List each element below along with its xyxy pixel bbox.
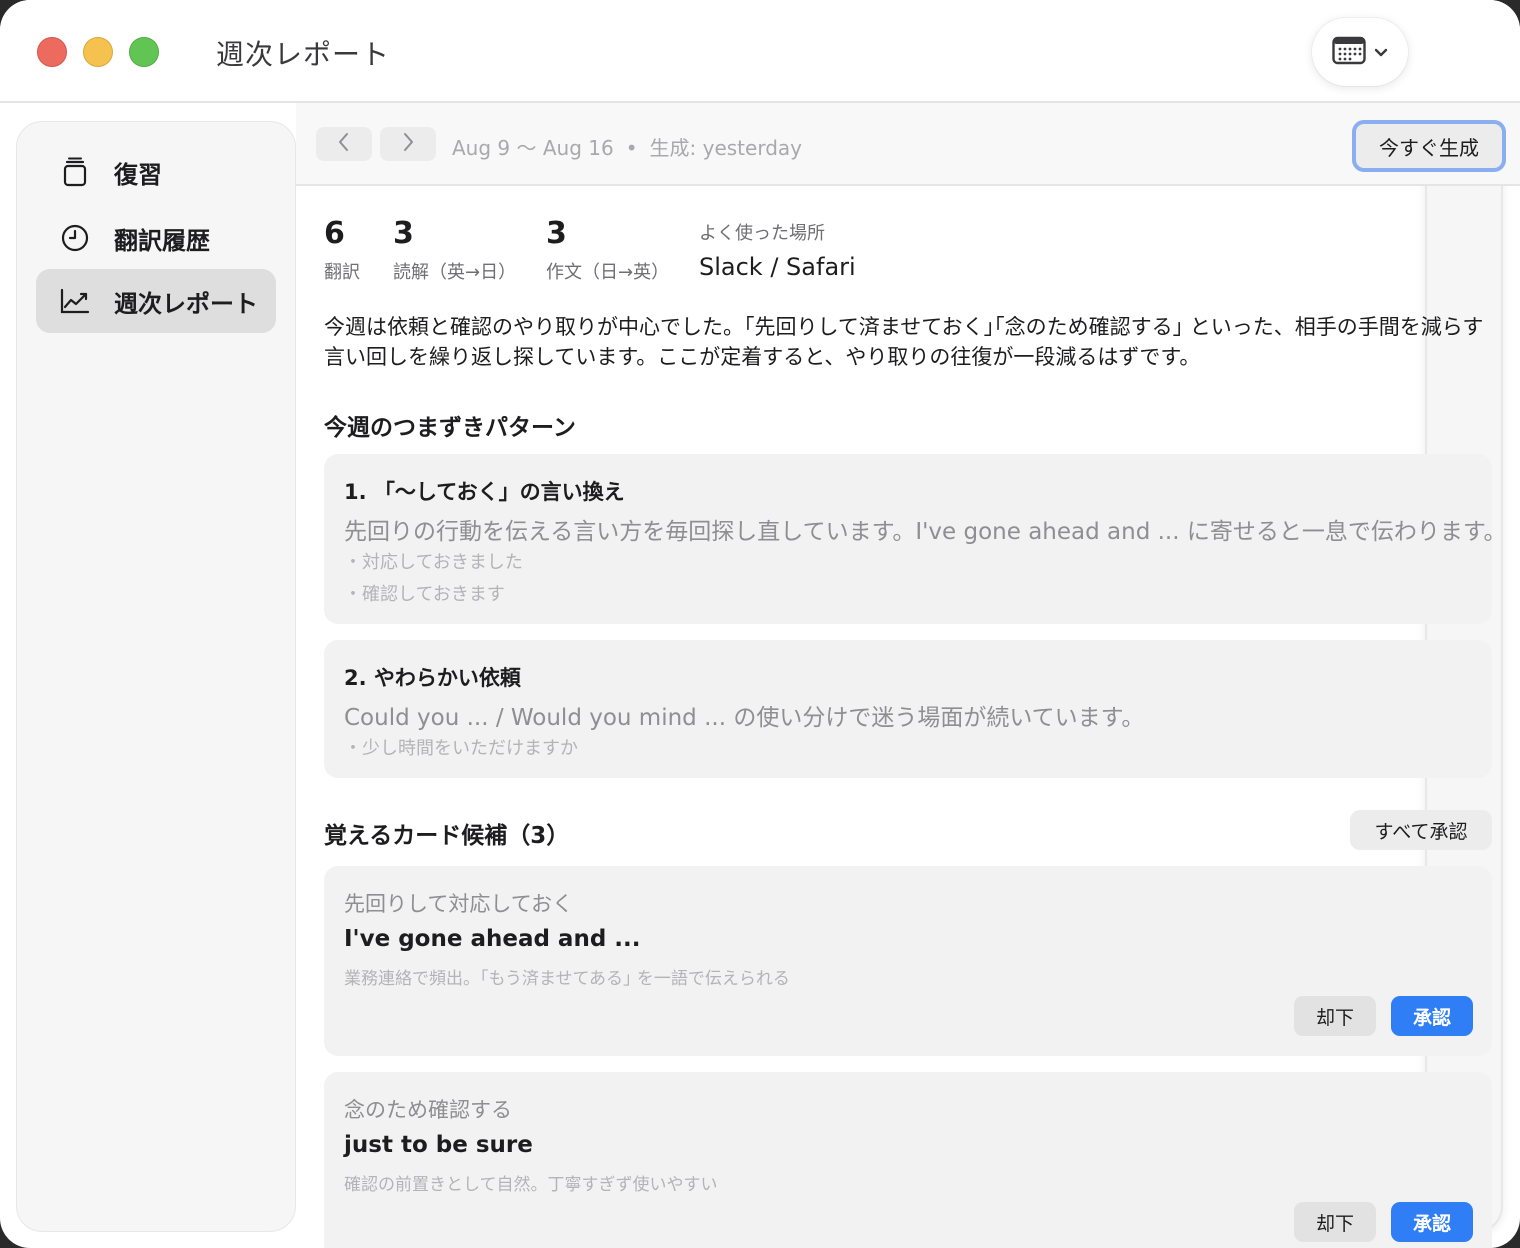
card-candidate: 先回りして対応しておく I've gone ahead and ... 業務連絡… — [324, 866, 1492, 1056]
close-window-button[interactable] — [37, 37, 67, 67]
candidate-japanese: 先回りして対応しておく — [344, 892, 574, 916]
pattern-card: 2. やわらかい依頼 Could you ... / Would you min… — [324, 640, 1492, 778]
generate-now-button[interactable]: 今すぐ生成 — [1352, 120, 1506, 172]
candidate-note: 確認の前置きとして自然。丁寧すぎず使いやすい — [344, 1175, 718, 1195]
stat-translations: 6 翻訳 — [324, 216, 360, 284]
report-content: 6 翻訳 3 読解（英→日） 3 作文（日→英） よく使った場所 Slack /… — [296, 188, 1520, 1248]
stat-value: 6 — [324, 216, 345, 251]
candidate-japanese: 念のため確認する — [344, 1098, 512, 1122]
previous-week-button[interactable] — [316, 127, 372, 161]
reject-button[interactable]: 却下 — [1294, 1202, 1376, 1242]
report-range: Aug 9 〜 Aug 16 • 生成: yesterday — [452, 132, 802, 161]
stat-label: 作文（日→英） — [546, 262, 670, 283]
pattern-example: ・少し時間をいただけますか — [344, 738, 578, 759]
card-candidate: 念のため確認する just to be sure 確認の前置きとして自然。丁寧す… — [324, 1072, 1492, 1248]
title-bar: 週次レポート — [0, 0, 1520, 1232]
reject-button[interactable]: 却下 — [1294, 996, 1376, 1036]
pattern-description: Could you ... / Would you mind ... の使い分け… — [344, 705, 1145, 731]
candidate-english: just to be sure — [344, 1132, 533, 1158]
candidate-note: 業務連絡で頻出。｢もう済ませてある｣ を一語で伝えられる — [344, 969, 790, 989]
stat-value: 3 — [393, 216, 414, 251]
calendar-menu-button[interactable] — [1312, 18, 1408, 86]
zoom-window-button[interactable] — [129, 37, 159, 67]
sidebar-item-label: 翻訳履歴 — [114, 226, 210, 255]
weekly-summary: 今週は依頼と確認のやり取りが中心でした。｢先回りして済ませておく｣｢念のため確認… — [324, 315, 1484, 369]
chevron-right-icon — [401, 132, 415, 156]
next-week-button[interactable] — [380, 127, 436, 161]
stat-reading: 3 読解（英→日） — [393, 216, 516, 284]
clock-icon — [60, 223, 90, 253]
review-icon — [60, 157, 90, 187]
report-toolbar: Aug 9 〜 Aug 16 • 生成: yesterday 今すぐ生成 — [296, 103, 1520, 186]
sidebar-item-label: 復習 — [114, 160, 162, 189]
chart-icon — [60, 286, 90, 316]
pattern-example: ・確認しておきます — [344, 584, 505, 605]
sidebar-item-weekly-report[interactable]: 週次レポート — [36, 269, 276, 333]
stat-frequent-place: よく使った場所 Slack / Safari — [699, 219, 856, 281]
stat-label: 読解（英→日） — [393, 262, 517, 283]
separator: • — [625, 136, 638, 160]
app-window: 週次レポート 復習 翻訳履歴 週次レポート Aug 9 〜 Aug 16 • 生… — [0, 0, 1520, 1248]
stat-writing: 3 作文（日→英） — [546, 216, 669, 284]
stat-value: 3 — [546, 216, 567, 251]
approve-button[interactable]: 承認 — [1391, 996, 1473, 1036]
pattern-title: 2. やわらかい依頼 — [344, 666, 521, 690]
generated-time: 生成: yesterday — [649, 136, 802, 160]
minimize-window-button[interactable] — [83, 37, 113, 67]
accept-all-button[interactable]: すべて承認 — [1350, 810, 1492, 850]
pattern-description: 先回りの行動を伝える言い方を毎回探し直しています。I've gone ahead… — [344, 519, 1507, 545]
pattern-example: ・対応しておきました — [344, 552, 523, 573]
stat-value: Slack / Safari — [699, 253, 856, 281]
pattern-card: 1. 「〜しておく」の言い換え 先回りの行動を伝える言い方を毎回探し直しています… — [324, 454, 1507, 624]
chevron-left-icon — [337, 132, 351, 156]
calendar-icon — [1332, 35, 1366, 69]
pattern-title: 1. 「〜しておく」の言い換え — [344, 480, 625, 504]
date-range: Aug 9 〜 Aug 16 — [452, 136, 614, 160]
sidebar-item-review[interactable]: 復習 — [36, 140, 276, 204]
window-title: 週次レポート — [216, 38, 391, 71]
card-candidates-heading: 覚えるカード候補（3） — [324, 823, 570, 849]
sidebar: 復習 翻訳履歴 週次レポート — [16, 121, 296, 1232]
candidate-english: I've gone ahead and ... — [344, 926, 641, 952]
chevron-down-icon — [1374, 43, 1388, 62]
approve-button[interactable]: 承認 — [1391, 1202, 1473, 1242]
sidebar-item-label: 週次レポート — [114, 289, 258, 318]
stat-label: よく使った場所 — [699, 223, 825, 244]
sidebar-item-history[interactable]: 翻訳履歴 — [36, 206, 276, 270]
patterns-heading: 今週のつまずきパターン — [324, 415, 576, 441]
stat-label: 翻訳 — [324, 262, 360, 283]
